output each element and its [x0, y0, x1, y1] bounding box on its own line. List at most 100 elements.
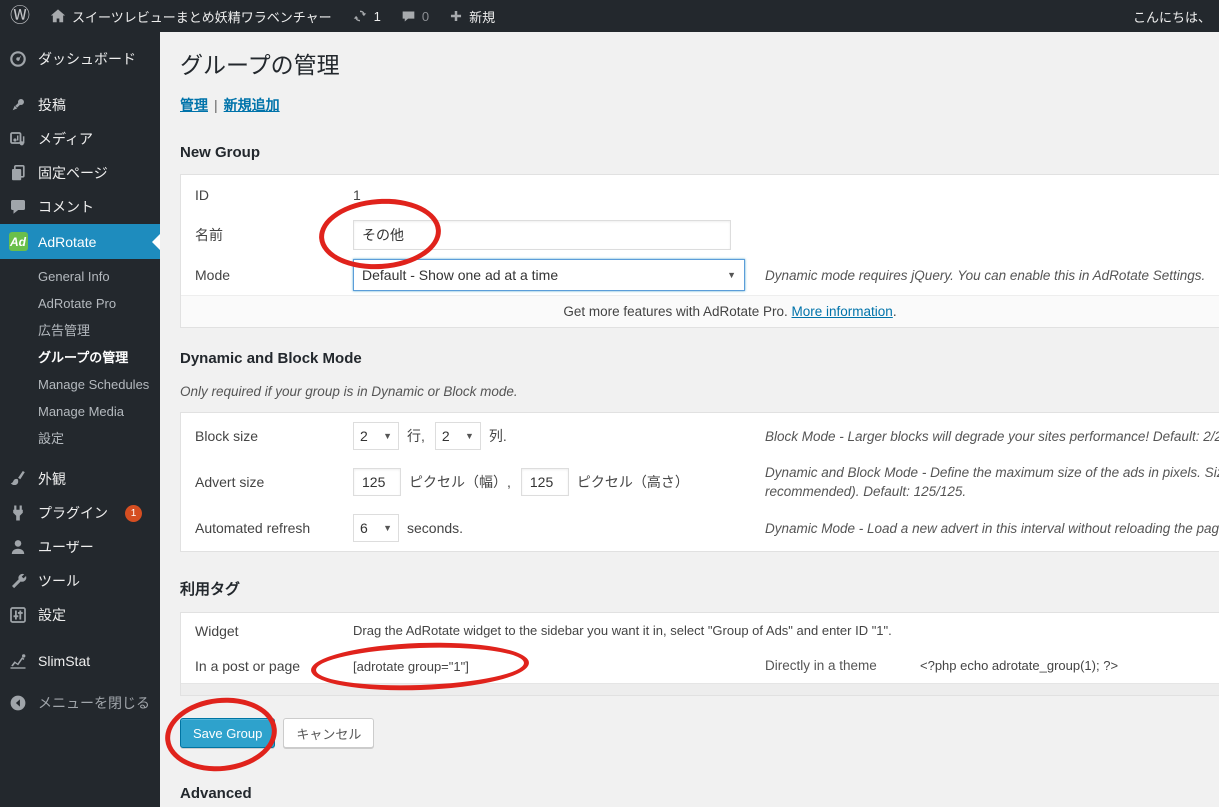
sidebar-item-label: 設定 [38, 607, 66, 623]
admin-sidebar: ダッシュボード 投稿 メディア 固定ページ コメント Ad AdRotate G… [0, 32, 160, 807]
submenu-item-ad-management[interactable]: 広告管理 [0, 317, 160, 344]
page-nav-links: 管理 | 新規追加 [180, 95, 1219, 115]
sidebar-item-label: ユーザー [38, 539, 94, 555]
more-information-link[interactable]: More information [792, 304, 893, 319]
block-size-note: Block Mode - Larger blocks will degrade … [765, 428, 1219, 444]
sidebar-item-label: プラグイン [38, 505, 108, 521]
comments-menu[interactable]: 0 [391, 0, 439, 32]
advert-size-row: Advert size ピクセル（幅）, ピクセル（高さ） Dynamic an… [181, 459, 1219, 505]
refresh-interval-value: 6 [360, 520, 368, 536]
cancel-button[interactable]: キャンセル [283, 718, 375, 748]
plugins-update-badge: 1 [125, 504, 142, 522]
advert-size-note-line2: recommended). Default: 125/125. [765, 484, 967, 499]
update-count: 1 [373, 8, 381, 24]
block-cols-suffix: 列. [488, 428, 507, 444]
pro-upsell-text: Get more features with AdRotate Pro. [563, 304, 792, 319]
sidebar-item-label: 固定ページ [38, 165, 108, 181]
block-cols-select[interactable]: 2 ▼ [434, 422, 481, 450]
name-row: 名前 [181, 194, 1219, 274]
block-rows-select[interactable]: 2 ▼ [353, 422, 399, 450]
submenu-item-adrotate-settings[interactable]: 設定 [0, 425, 160, 452]
main-content: グループの管理 管理 | 新規追加 New Group ID 1 名前 Mode [160, 32, 1219, 807]
widget-row: Widget Drag the AdRotate widget to the s… [181, 613, 1219, 648]
mode-select[interactable]: Default - Show one ad at a time ▼ [353, 259, 745, 291]
mode-row: Mode Default - Show one ad at a time ▼ D… [181, 255, 1219, 295]
sidebar-item-users[interactable]: ユーザー [0, 530, 160, 564]
appearance-icon [8, 470, 28, 488]
theme-label: Directly in a theme [765, 658, 877, 673]
submenu-item-manage-schedules[interactable]: Manage Schedules [0, 371, 160, 398]
widget-instructions: Drag the AdRotate widget to the sidebar … [353, 623, 892, 638]
sidebar-item-posts[interactable]: 投稿 [0, 88, 160, 122]
settings-icon [8, 606, 28, 624]
automated-refresh-label: Automated refresh [195, 520, 311, 536]
admin-bar: Ⓦ スイーツレビューまとめ妖精ワラベンチャー 1 0 新規 こんにちは、 [0, 0, 1219, 32]
new-label: 新規 [469, 9, 496, 25]
advert-height-input[interactable] [520, 468, 569, 496]
submenu-item-manage-media[interactable]: Manage Media [0, 398, 160, 425]
advanced-heading: Advanced [180, 785, 252, 802]
current-menu-arrow [152, 233, 160, 250]
howdy-greeting[interactable]: こんにちは、 [1133, 7, 1219, 26]
select-arrow-icon: ▼ [464, 431, 474, 441]
sidebar-item-settings[interactable]: 設定 [0, 598, 160, 632]
site-name: スイーツレビューまとめ妖精ワラベンチャー [72, 9, 332, 25]
new-group-panel: ID 1 名前 Mode Default - Show one ad at a … [180, 174, 1219, 328]
plus-icon [449, 9, 463, 23]
sidebar-item-tools[interactable]: ツール [0, 564, 160, 598]
sidebar-item-plugins[interactable]: プラグイン 1 [0, 496, 160, 530]
block-rows-value: 2 [360, 428, 368, 444]
usage-tags-heading: 利用タグ [180, 581, 241, 598]
new-content-menu[interactable]: 新規 [439, 0, 505, 32]
widget-label: Widget [195, 622, 239, 639]
id-label: ID [195, 187, 209, 203]
sidebar-item-adrotate[interactable]: Ad AdRotate [0, 224, 160, 259]
refresh-interval-select[interactable]: 6 ▼ [353, 514, 399, 542]
wordpress-admin-screen: Ⓦ スイーツレビューまとめ妖精ワラベンチャー 1 0 新規 こんにちは、 ダッシ… [0, 0, 1219, 807]
refresh-suffix: seconds. [407, 520, 464, 536]
visit-site-link[interactable]: スイーツレビューまとめ妖精ワラベンチャー [40, 0, 342, 32]
mode-select-value: Default - Show one ad at a time [362, 267, 559, 283]
sidebar-item-dashboard[interactable]: ダッシュボード [0, 42, 160, 76]
pages-icon [8, 164, 28, 182]
new-group-heading: New Group [180, 144, 261, 161]
sidebar-item-label: SlimStat [38, 653, 91, 669]
page-title: グループの管理 [180, 52, 340, 78]
update-icon [352, 8, 368, 24]
sidebar-item-collapse-menu[interactable]: メニューを閉じる [0, 686, 160, 720]
advert-width-input[interactable] [353, 468, 401, 496]
shortcode-text: [adrotate group="1"] [353, 658, 469, 674]
wordpress-logo-menu[interactable]: Ⓦ [0, 0, 40, 32]
pro-upsell-footer: Get more features with AdRotate Pro. Mor… [181, 295, 1219, 327]
submenu-item-adrotate-pro[interactable]: AdRotate Pro [0, 290, 160, 317]
mode-label: Mode [195, 267, 231, 283]
sidebar-item-appearance[interactable]: 外観 [0, 462, 160, 496]
sidebar-item-label: ツール [38, 573, 80, 589]
sidebar-item-label: ダッシュボード [38, 51, 136, 67]
select-arrow-icon: ▼ [727, 270, 736, 280]
group-name-input[interactable] [353, 220, 731, 250]
dynamic-block-subtext: Only required if your group is in Dynami… [180, 384, 518, 399]
usage-panel: Widget Drag the AdRotate widget to the s… [180, 612, 1219, 696]
automated-refresh-note: Dynamic Mode - Load a new advert in this… [765, 520, 1219, 536]
sidebar-item-slimstat[interactable]: SlimStat [0, 644, 160, 678]
updates-menu[interactable]: 1 [342, 0, 391, 32]
sidebar-item-comments[interactable]: コメント [0, 190, 160, 224]
sidebar-item-pages[interactable]: 固定ページ [0, 156, 160, 190]
sidebar-item-label: 外観 [38, 471, 66, 487]
dynamic-block-heading: Dynamic and Block Mode [180, 350, 362, 367]
submenu-item-general-info[interactable]: General Info [0, 263, 160, 290]
sidebar-item-media[interactable]: メディア [0, 122, 160, 156]
dynamic-block-panel: Block size 2 ▼ 行, 2 ▼ 列. Block Mode - La… [180, 412, 1219, 552]
advert-width-suffix: ピクセル（幅）, [409, 474, 511, 490]
add-new-link[interactable]: 新規追加 [224, 97, 280, 113]
comment-count: 0 [421, 8, 430, 24]
slimstat-icon [8, 652, 28, 670]
id-value: 1 [353, 187, 361, 203]
manage-link[interactable]: 管理 [180, 97, 208, 113]
comments-icon [8, 198, 28, 216]
save-group-button[interactable]: Save Group [180, 718, 276, 748]
sidebar-item-label: 投稿 [38, 97, 66, 113]
dashboard-icon [8, 50, 28, 68]
submenu-item-group-management[interactable]: グループの管理 [0, 344, 160, 371]
